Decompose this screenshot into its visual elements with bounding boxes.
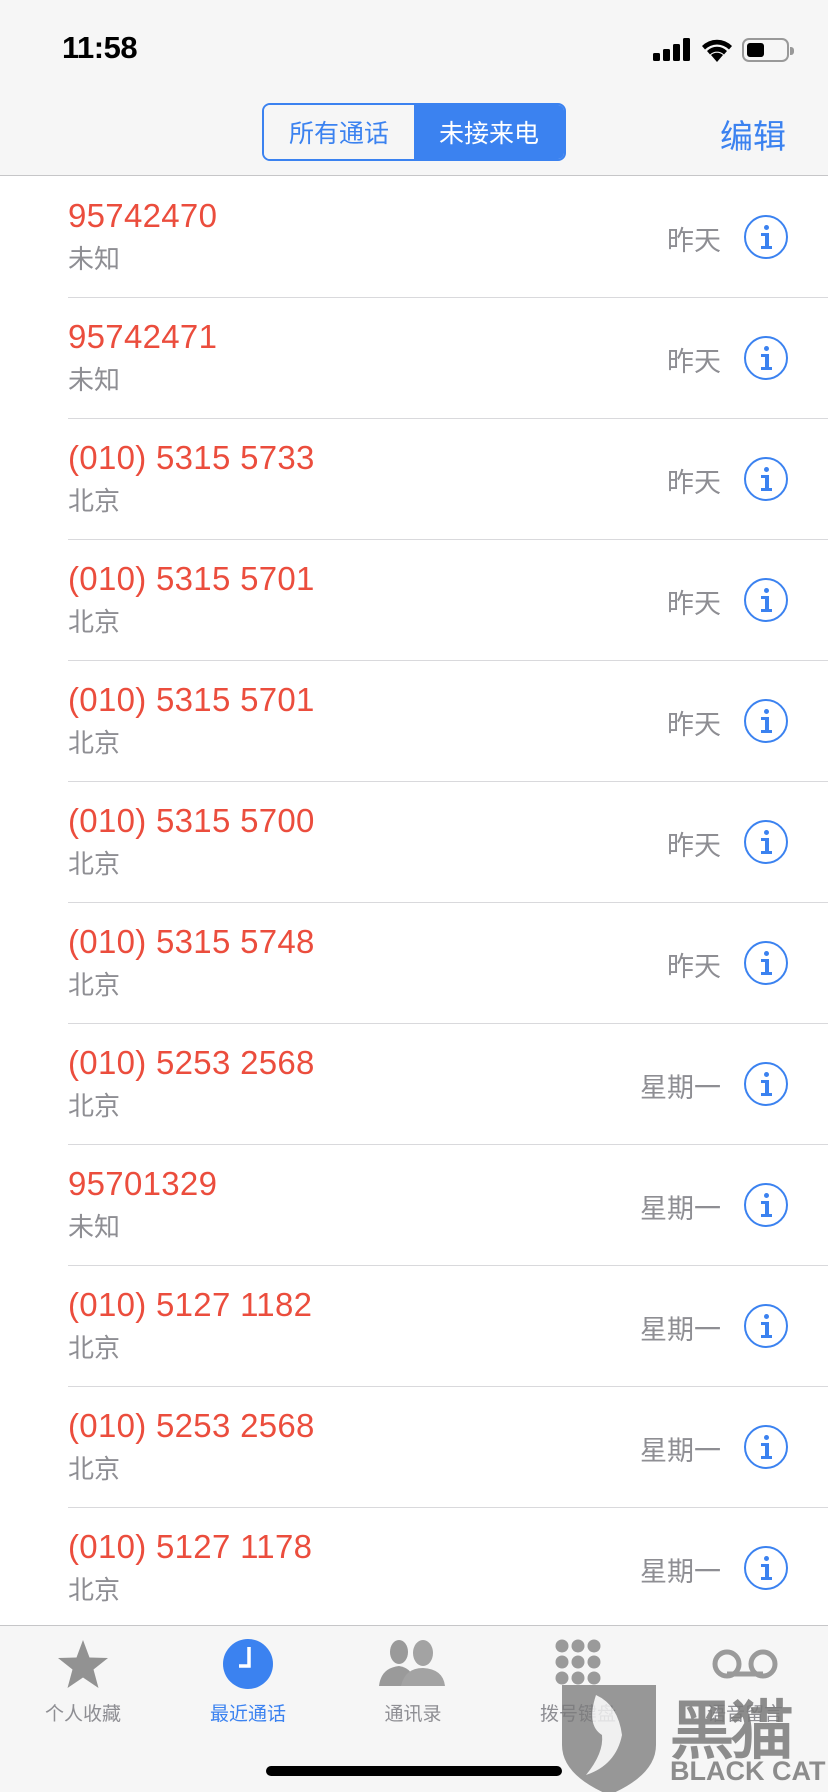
call-number: (010) 5315 5748 bbox=[68, 923, 315, 960]
call-location: 未知 bbox=[68, 245, 121, 275]
call-location: 北京 bbox=[68, 729, 121, 759]
cellular-signal-icon bbox=[653, 38, 691, 61]
call-row[interactable]: (010) 5315 5733 北京 昨天 bbox=[0, 419, 828, 540]
call-location: 北京 bbox=[68, 1455, 121, 1485]
clock-icon bbox=[223, 1639, 273, 1689]
battery-icon bbox=[742, 38, 794, 62]
call-row[interactable]: (010) 5253 2568 北京 星期一 bbox=[0, 1387, 828, 1508]
call-location: 北京 bbox=[68, 487, 121, 517]
call-date: 星期一 bbox=[640, 1436, 721, 1467]
keypad-icon bbox=[555, 1639, 601, 1685]
call-number: (010) 5253 2568 bbox=[68, 1044, 315, 1081]
call-row[interactable]: (010) 5315 5701 北京 昨天 bbox=[0, 661, 828, 782]
call-number: 95701329 bbox=[68, 1165, 218, 1202]
tab-label: 个人收藏 bbox=[44, 1703, 121, 1725]
info-icon[interactable] bbox=[744, 457, 788, 501]
segment-missed-calls[interactable]: 未接来电 bbox=[414, 105, 564, 159]
call-row[interactable]: 95742470 未知 昨天 bbox=[0, 177, 828, 298]
call-date: 昨天 bbox=[667, 468, 721, 499]
call-location: 未知 bbox=[68, 366, 121, 396]
info-icon[interactable] bbox=[744, 1304, 788, 1348]
call-number: (010) 5315 5700 bbox=[68, 802, 315, 839]
call-location: 北京 bbox=[68, 1576, 121, 1606]
call-date: 昨天 bbox=[667, 226, 721, 257]
call-date: 昨天 bbox=[667, 347, 721, 378]
tab-contacts[interactable]: 通讯录 bbox=[333, 1626, 493, 1736]
call-date: 昨天 bbox=[667, 710, 721, 741]
call-filter-segmented-control: 所有通话 未接来电 bbox=[262, 103, 566, 161]
info-icon[interactable] bbox=[744, 578, 788, 622]
info-icon[interactable] bbox=[744, 215, 788, 259]
wifi-icon bbox=[702, 39, 732, 62]
call-location: 北京 bbox=[68, 608, 121, 638]
call-number: (010) 5315 5701 bbox=[68, 681, 315, 718]
call-row[interactable]: (010) 5253 2568 北京 星期一 bbox=[0, 1024, 828, 1145]
call-row[interactable]: (010) 5315 5748 北京 昨天 bbox=[0, 903, 828, 1024]
tab-label: 语音留言 bbox=[706, 1703, 783, 1725]
info-icon[interactable] bbox=[744, 941, 788, 985]
call-number: (010) 5315 5701 bbox=[68, 560, 315, 597]
recent-calls-list: 95742470 未知 昨天 95742471 未知 昨天 (010) 5315… bbox=[0, 177, 828, 1629]
call-row[interactable]: (010) 5127 1182 北京 星期一 bbox=[0, 1266, 828, 1387]
call-number: (010) 5127 1178 bbox=[68, 1528, 313, 1565]
call-row[interactable]: (010) 5315 5701 北京 昨天 bbox=[0, 540, 828, 661]
call-row[interactable]: 95742471 未知 昨天 bbox=[0, 298, 828, 419]
call-row[interactable]: (010) 5315 5700 北京 昨天 bbox=[0, 782, 828, 903]
contacts-icon bbox=[379, 1640, 445, 1686]
call-date: 星期一 bbox=[640, 1073, 721, 1104]
info-icon[interactable] bbox=[744, 1062, 788, 1106]
tab-favorites[interactable]: 个人收藏 bbox=[3, 1626, 163, 1736]
info-icon[interactable] bbox=[744, 1183, 788, 1227]
call-location: 北京 bbox=[68, 850, 121, 880]
info-icon[interactable] bbox=[744, 1546, 788, 1590]
call-location: 北京 bbox=[68, 1092, 121, 1122]
nav-bar: 所有通话 未接来电 编辑 bbox=[0, 88, 828, 176]
info-icon[interactable] bbox=[744, 699, 788, 743]
info-icon[interactable] bbox=[744, 336, 788, 380]
call-number: (010) 5315 5733 bbox=[68, 439, 315, 476]
tab-keypad[interactable]: 拨号键盘 bbox=[498, 1626, 658, 1736]
call-date: 昨天 bbox=[667, 589, 721, 620]
status-bar: 11:58 bbox=[0, 0, 828, 88]
tab-label: 拨号键盘 bbox=[539, 1703, 616, 1725]
call-location: 北京 bbox=[68, 1334, 121, 1364]
call-date: 星期一 bbox=[640, 1194, 721, 1225]
home-indicator[interactable] bbox=[266, 1766, 562, 1776]
call-number: (010) 5253 2568 bbox=[68, 1407, 315, 1444]
call-location: 北京 bbox=[68, 971, 121, 1001]
call-number: 95742471 bbox=[68, 318, 218, 355]
call-row[interactable]: 95701329 未知 星期一 bbox=[0, 1145, 828, 1266]
tab-label: 最近通话 bbox=[209, 1703, 286, 1725]
call-date: 昨天 bbox=[667, 831, 721, 862]
battery-nub bbox=[790, 47, 794, 55]
segment-all-calls[interactable]: 所有通话 bbox=[264, 105, 414, 159]
call-date: 星期一 bbox=[640, 1315, 721, 1346]
star-icon bbox=[58, 1640, 108, 1688]
status-time: 11:58 bbox=[62, 30, 138, 65]
call-date: 星期一 bbox=[640, 1557, 721, 1588]
info-icon[interactable] bbox=[744, 1425, 788, 1469]
tab-label: 通讯录 bbox=[384, 1703, 442, 1725]
edit-button[interactable]: 编辑 bbox=[720, 110, 786, 158]
call-number: 95742470 bbox=[68, 197, 218, 234]
call-row[interactable]: (010) 5127 1178 北京 星期一 bbox=[0, 1508, 828, 1629]
info-icon[interactable] bbox=[744, 820, 788, 864]
call-date: 昨天 bbox=[667, 952, 721, 983]
call-number: (010) 5127 1182 bbox=[68, 1286, 313, 1323]
call-location: 未知 bbox=[68, 1213, 121, 1243]
tab-voicemail[interactable]: 语音留言 bbox=[665, 1626, 825, 1736]
battery-level bbox=[747, 43, 764, 57]
tab-recents[interactable]: 最近通话 bbox=[168, 1626, 328, 1736]
voicemail-icon bbox=[712, 1649, 778, 1679]
